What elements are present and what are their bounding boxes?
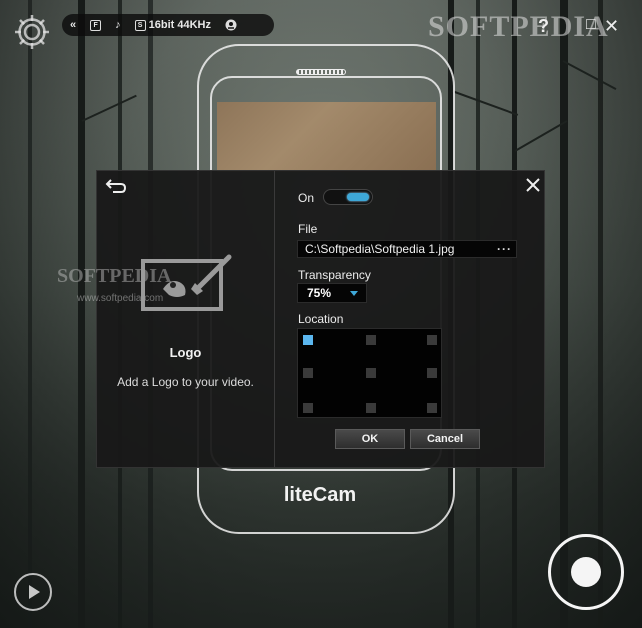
tree-trunk (598, 0, 603, 628)
help-button[interactable]: ? (538, 16, 549, 37)
close-window-button[interactable]: ✕ (604, 16, 619, 37)
feature-title: Logo (169, 345, 202, 360)
audio-format-label: 16bit 44KHz (148, 19, 211, 31)
webcam-off-icon[interactable] (225, 19, 237, 31)
location-top-left[interactable] (303, 335, 313, 345)
location-bottom-center[interactable] (366, 403, 376, 413)
play-icon (29, 585, 40, 599)
browse-file-button[interactable]: ··· (497, 241, 512, 257)
transparency-select[interactable]: 75% (297, 283, 367, 303)
screen-mode-icon[interactable]: F (90, 19, 102, 31)
logo-feature-icon (141, 254, 232, 311)
brand-logo: liteCam (283, 484, 357, 506)
ok-button[interactable]: OK (335, 429, 405, 449)
cancel-button[interactable]: Cancel (410, 429, 480, 449)
location-bottom-left[interactable] (303, 403, 313, 413)
toggle-knob (347, 193, 369, 201)
softpedia-watermark: SOFTPEDIA (428, 10, 609, 43)
tree-branch (562, 60, 617, 91)
record-button[interactable] (548, 534, 624, 610)
tree-branch (81, 94, 137, 122)
file-path-value: C:\Softpedia\Softpedia 1.jpg (305, 242, 455, 256)
transparency-value: 75% (307, 286, 332, 300)
transparency-label: Transparency (298, 268, 371, 282)
logo-preview-image (217, 102, 436, 172)
dialog-divider (274, 171, 275, 467)
tree-trunk (78, 0, 85, 628)
record-icon (571, 557, 601, 587)
settings-gear-icon[interactable] (12, 12, 52, 52)
webcam-off-glyph (225, 19, 237, 31)
location-bottom-right[interactable] (427, 403, 437, 413)
file-path-field[interactable]: C:\Softpedia\Softpedia 1.jpg ··· (297, 240, 517, 258)
location-label: Location (298, 312, 344, 326)
collapse-icon[interactable]: « (70, 19, 76, 31)
sound-quality-icon: S (134, 19, 146, 31)
back-icon[interactable] (105, 177, 127, 195)
location-top-center[interactable] (366, 335, 376, 345)
close-icon[interactable] (525, 177, 541, 193)
tree-trunk (560, 0, 568, 628)
chevron-down-icon (350, 291, 358, 296)
location-top-right[interactable] (427, 335, 437, 345)
location-middle-right[interactable] (427, 368, 437, 378)
audio-quality-button[interactable]: S 16bit 44KHz (134, 19, 211, 31)
location-middle-left[interactable] (303, 368, 313, 378)
file-label: File (298, 222, 318, 236)
logo-toggle[interactable] (323, 189, 373, 205)
recording-toolbar: « F ♪ S 16bit 44KHz (62, 14, 274, 36)
music-note-icon[interactable]: ♪ (115, 19, 121, 31)
on-label: On (298, 191, 315, 205)
tree-branch (451, 90, 519, 116)
feature-description: Add a Logo to your video. (117, 375, 254, 389)
maximize-button[interactable]: □ (586, 16, 596, 34)
logo-settings-dialog: SOFTPEDIA www.softpedia.com Logo Add a L… (57, 170, 545, 468)
phone-speaker (296, 69, 346, 75)
location-grid (297, 328, 442, 418)
play-button[interactable] (14, 573, 52, 611)
location-center[interactable] (366, 368, 376, 378)
tree-trunk (28, 0, 32, 628)
